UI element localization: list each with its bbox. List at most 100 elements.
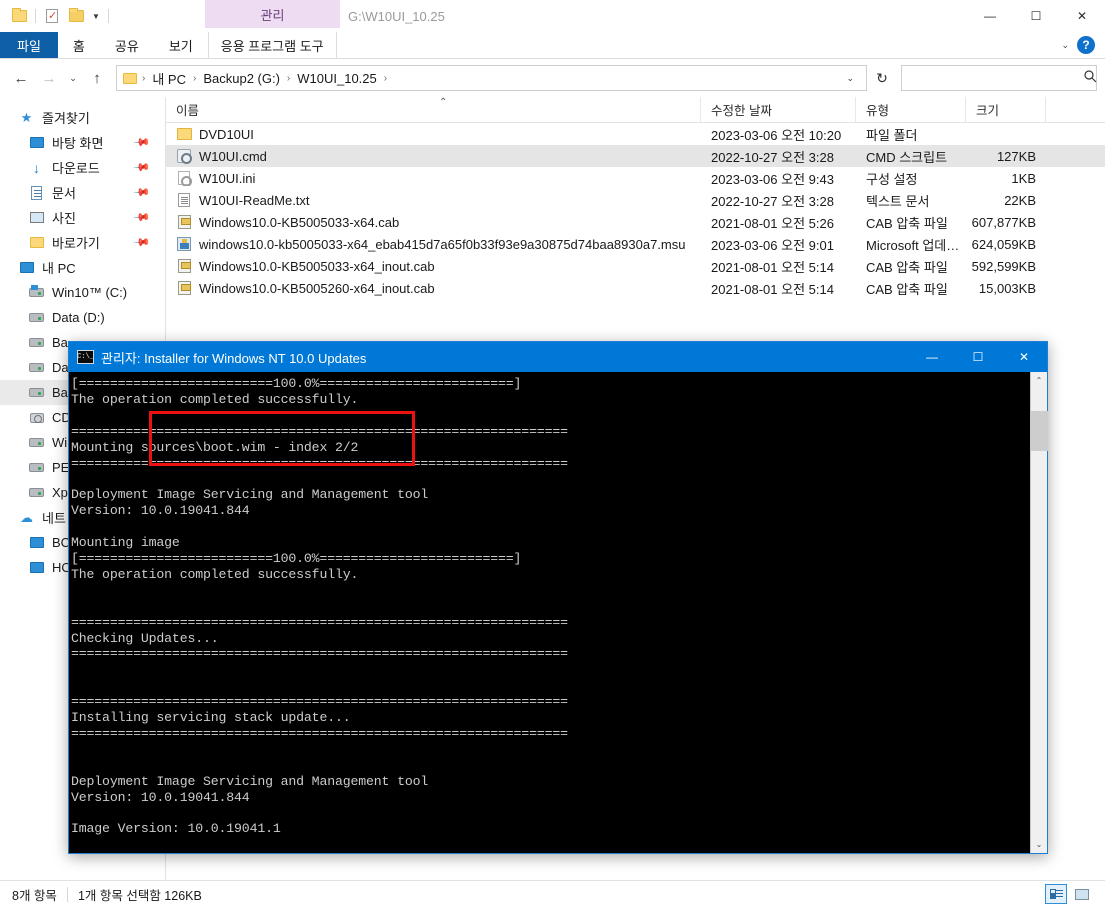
sidebar-item-label: Win10™ (C:) — [52, 285, 128, 300]
file-name-cell[interactable]: Windows10.0-KB5005033-x64_inout.cab — [166, 258, 701, 274]
qat-divider-2 — [108, 9, 109, 23]
table-row[interactable]: Windows10.0-KB5005260-x64_inout.cab 2021-… — [166, 277, 1105, 299]
column-header-name[interactable]: 이름 — [166, 97, 701, 122]
console-maximize-button[interactable]: ☐ — [955, 342, 1001, 372]
column-header-date[interactable]: 수정한 날짜 — [701, 97, 856, 122]
chevron-down-icon[interactable]: ⌄ — [1061, 40, 1069, 51]
sidebar-item-desktop[interactable]: 바탕 화면 📌 — [0, 130, 165, 155]
table-row[interactable]: W10UI-ReadMe.txt 2022-10-27 오전 3:28 텍스트 문서… — [166, 189, 1105, 211]
table-row[interactable]: W10UI.cmd 2022-10-27 오전 3:28 CMD 스크립트 127KB — [166, 145, 1105, 167]
drive-icon — [28, 335, 45, 351]
status-bar: 8개 항목 1개 항목 선택함 126KB — [0, 880, 1105, 907]
breadcrumb-separator-3: › — [383, 72, 388, 84]
cab-archive-icon — [176, 258, 192, 274]
file-type-cell: 구성 설정 — [866, 171, 918, 187]
file-name-label: Windows10.0-KB5005033-x64.cab — [199, 214, 400, 230]
pin-icon[interactable]: 📌 — [133, 183, 152, 202]
desktop-icon — [28, 135, 45, 151]
details-view-icon[interactable] — [1045, 884, 1067, 904]
sidebar-item-this-pc[interactable]: 내 PC — [0, 255, 165, 280]
file-size-cell: 624,059KB — [971, 236, 1036, 252]
pictures-icon — [28, 210, 45, 226]
table-row[interactable]: Windows10.0-KB5005033-x64_inout.cab 2021-… — [166, 255, 1105, 277]
tab-application-tools[interactable]: 응용 프로그램 도구 — [207, 32, 337, 58]
folder-icon[interactable] — [8, 5, 30, 27]
search-input[interactable] — [908, 70, 1084, 86]
console-scrollbar[interactable]: ⌃ ⌄ — [1030, 372, 1048, 853]
file-name-cell[interactable]: W10UI.ini — [166, 170, 701, 186]
sidebar-item-label: 네트 — [42, 511, 66, 526]
sidebar-item-shortcuts[interactable]: 바로가기 📌 — [0, 230, 165, 255]
tab-share[interactable]: 공유 — [100, 32, 154, 58]
pin-icon[interactable]: 📌 — [133, 158, 152, 177]
file-name-cell[interactable]: DVD10UI — [166, 126, 701, 142]
sidebar-item-drive-c[interactable]: Win10™ (C:) — [0, 280, 165, 305]
tab-file[interactable]: 파일 — [0, 32, 58, 58]
file-name-label: W10UI-ReadMe.txt — [199, 192, 310, 208]
minimize-button[interactable]: — — [967, 0, 1013, 32]
quick-access-toolbar: ▼ — [0, 5, 112, 27]
file-name-cell[interactable]: Windows10.0-KB5005260-x64_inout.cab — [166, 280, 701, 296]
table-row[interactable]: windows10.0-kb5005033-x64_ebab415d7a65f0… — [166, 233, 1105, 255]
refresh-icon[interactable]: ↻ — [869, 65, 895, 91]
breadcrumb-item-backup2[interactable]: Backup2 (G:) — [201, 71, 282, 86]
table-row[interactable]: Windows10.0-KB5005033-x64.cab 2021-08-01 … — [166, 211, 1105, 233]
scroll-down-icon[interactable]: ⌄ — [1031, 836, 1048, 853]
ini-config-icon — [176, 170, 192, 186]
drive-icon — [28, 360, 45, 376]
console-minimize-button[interactable]: — — [909, 342, 955, 372]
search-box[interactable] — [901, 65, 1097, 91]
drive-icon — [28, 460, 45, 476]
console-close-button[interactable]: ✕ — [1001, 342, 1047, 372]
qat-divider — [35, 9, 36, 23]
breadcrumb-item-this-pc[interactable]: 내 PC — [150, 69, 188, 88]
sidebar-item-label: Da — [52, 360, 69, 375]
cab-archive-icon — [176, 280, 192, 296]
contextual-tab-manage[interactable]: 관리 — [205, 0, 340, 28]
breadcrumb[interactable]: › 내 PC › Backup2 (G:) › W10UI_10.25 › ⌄ — [116, 65, 867, 91]
pin-icon[interactable]: 📌 — [133, 208, 152, 227]
column-header-size[interactable]: 크기 — [966, 97, 1046, 122]
close-button[interactable]: ✕ — [1059, 0, 1105, 32]
help-icon[interactable]: ? — [1077, 36, 1095, 54]
table-row[interactable]: W10UI.ini 2023-03-06 오전 9:43 구성 설정 1KB — [166, 167, 1105, 189]
new-folder-icon[interactable] — [65, 5, 87, 27]
scrollbar-thumb[interactable] — [1030, 411, 1048, 451]
large-icons-view-icon[interactable] — [1071, 884, 1093, 904]
properties-icon[interactable] — [41, 5, 63, 27]
file-type-cell: CAB 압축 파일 — [866, 259, 948, 275]
scroll-up-icon[interactable]: ⌃ — [1031, 372, 1048, 389]
file-name-cell[interactable]: Windows10.0-KB5005033-x64.cab — [166, 214, 701, 230]
file-name-label: DVD10UI — [199, 126, 254, 142]
file-name-cell[interactable]: W10UI.cmd — [166, 148, 701, 164]
sidebar-item-drive-d[interactable]: Data (D:) — [0, 305, 165, 330]
forward-button[interactable]: → — [36, 65, 62, 91]
sidebar-item-downloads[interactable]: ↓ 다운로드 📌 — [0, 155, 165, 180]
maximize-button[interactable]: ☐ — [1013, 0, 1059, 32]
pin-icon[interactable]: 📌 — [133, 133, 152, 152]
tab-view[interactable]: 보기 — [154, 32, 208, 58]
sidebar-item-favorites[interactable]: ★ 즐겨찾기 — [0, 105, 165, 130]
up-button[interactable]: ↑ — [84, 65, 110, 91]
sidebar-item-label: Ba — [52, 385, 68, 400]
file-date-cell: 2022-10-27 오전 3:28 — [711, 193, 834, 209]
computer-icon — [28, 560, 45, 576]
pin-icon[interactable]: 📌 — [133, 233, 152, 252]
chevron-down-icon[interactable]: ▼ — [89, 6, 103, 26]
file-name-cell[interactable]: windows10.0-kb5005033-x64_ebab415d7a65f0… — [166, 236, 701, 252]
breadcrumb-item-w10ui[interactable]: W10UI_10.25 — [295, 71, 379, 86]
file-name-cell[interactable]: W10UI-ReadMe.txt — [166, 192, 701, 208]
chevron-down-icon[interactable]: ⌄ — [840, 73, 860, 84]
column-header-type[interactable]: 유형 — [856, 97, 966, 122]
sidebar-item-documents[interactable]: 문서 📌 — [0, 180, 165, 205]
sidebar-item-label: 바로가기 — [52, 236, 100, 251]
star-icon: ★ — [20, 109, 33, 125]
back-button[interactable]: ← — [8, 65, 34, 91]
console-output[interactable]: [=========================100.0%========… — [69, 372, 1030, 853]
sidebar-item-pictures[interactable]: 사진 📌 — [0, 205, 165, 230]
scrollbar-track[interactable] — [1030, 389, 1048, 836]
recent-locations-icon[interactable]: ⌄ — [64, 65, 82, 91]
table-row[interactable]: DVD10UI 2023-03-06 오전 10:20 파일 폴더 — [166, 123, 1105, 145]
tab-home[interactable]: 홈 — [58, 32, 100, 58]
search-icon[interactable] — [1084, 70, 1097, 86]
